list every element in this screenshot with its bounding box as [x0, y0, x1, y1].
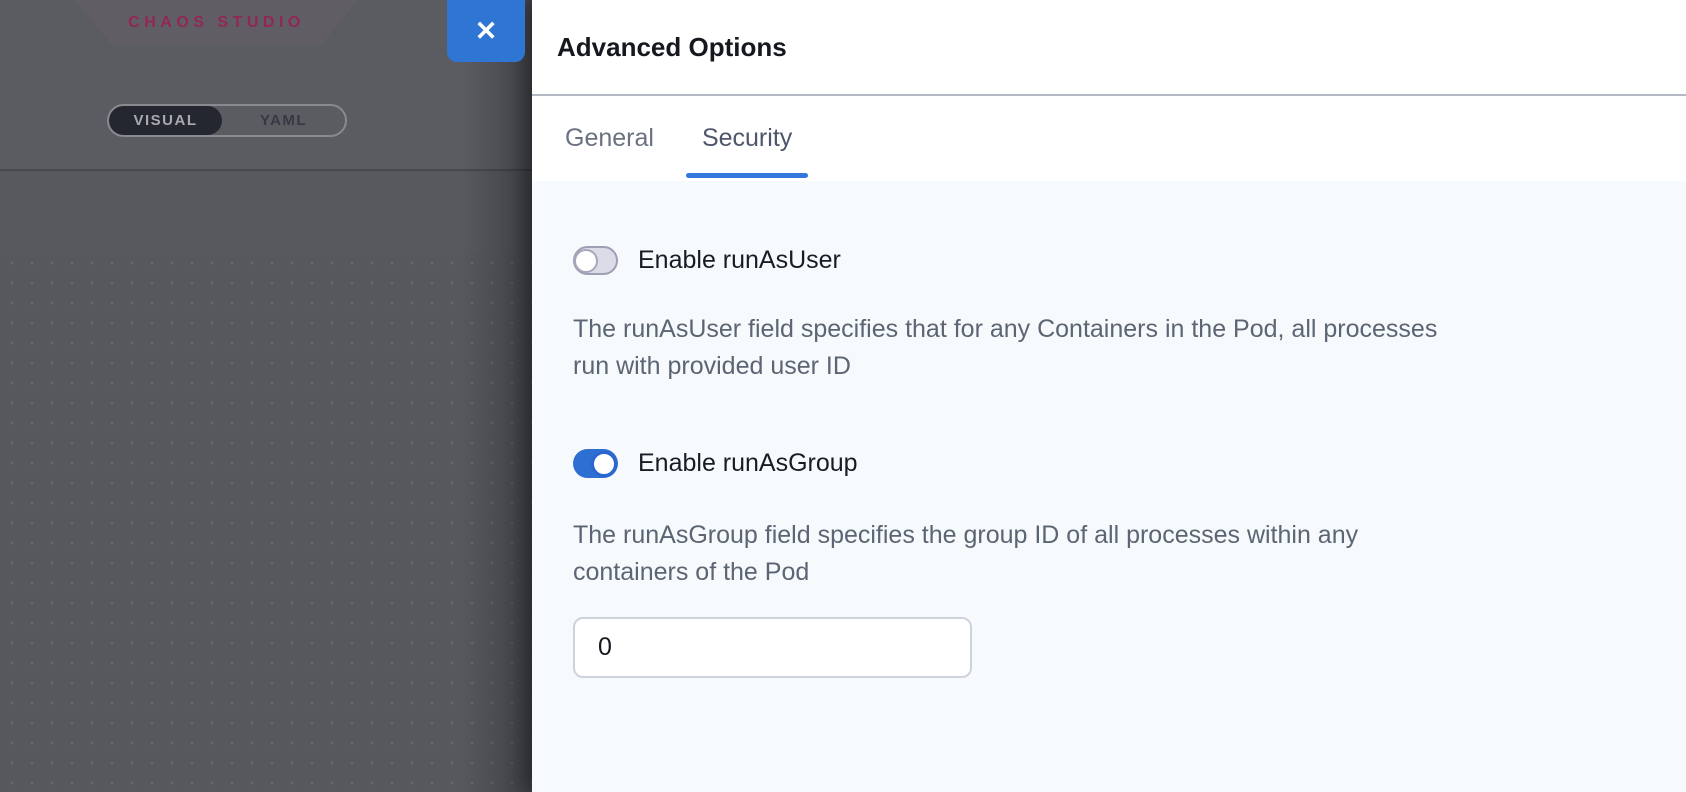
description-line: The runAsGroup field specifies the group… — [573, 517, 1686, 554]
tab-security[interactable]: Security — [686, 96, 808, 181]
close-drawer-button[interactable]: ✕ — [447, 0, 525, 62]
toggle-knob — [574, 249, 598, 273]
description-line: containers of the Pod — [573, 554, 1686, 591]
visual-view-button[interactable]: VISUAL — [109, 106, 222, 135]
run-as-user-description: The runAsUser field specifies that for a… — [573, 311, 1686, 385]
run-as-group-toggle[interactable] — [573, 449, 618, 478]
drawer-header: Advanced Options — [532, 0, 1686, 96]
close-icon: ✕ — [475, 18, 498, 45]
run-as-group-section: Enable runAsGroup The runAsGroup field s… — [573, 449, 1686, 678]
description-line: The runAsUser field specifies that for a… — [573, 311, 1686, 348]
screen: CHAOS STUDIO VISUAL YAML ✕ Advanced Opti… — [0, 0, 1686, 792]
chaos-studio-label: CHAOS STUDIO — [128, 14, 305, 32]
yaml-view-button[interactable]: YAML — [222, 106, 345, 135]
toggle-knob — [591, 451, 617, 477]
run-as-user-toggle-row: Enable runAsUser — [573, 246, 1686, 275]
run-as-group-description: The runAsGroup field specifies the group… — [573, 517, 1686, 591]
chaos-studio-banner: CHAOS STUDIO — [75, 0, 358, 45]
drawer-tabs: General Security — [532, 96, 1686, 181]
panel-edge-shadow — [462, 0, 532, 792]
run-as-group-toggle-row: Enable runAsGroup — [573, 449, 1686, 478]
dotted-grid-canvas — [0, 251, 532, 792]
tab-general[interactable]: General — [549, 96, 670, 181]
drawer-title: Advanced Options — [557, 32, 787, 63]
run-as-user-toggle-label: Enable runAsUser — [638, 246, 841, 275]
description-line: run with provided user ID — [573, 348, 1686, 385]
advanced-options-drawer: Advanced Options General Security Enable… — [532, 0, 1686, 792]
visual-yaml-switch[interactable]: VISUAL YAML — [107, 104, 347, 137]
run-as-user-toggle[interactable] — [573, 246, 618, 275]
canvas-subheader-strip — [0, 173, 532, 251]
run-as-group-toggle-label: Enable runAsGroup — [638, 449, 858, 478]
run-as-user-section: Enable runAsUser The runAsUser field spe… — [573, 246, 1686, 385]
run-as-group-id-input[interactable] — [573, 617, 972, 678]
security-tab-content: Enable runAsUser The runAsUser field spe… — [532, 181, 1686, 792]
dimmed-canvas-backdrop: CHAOS STUDIO VISUAL YAML — [0, 0, 532, 792]
